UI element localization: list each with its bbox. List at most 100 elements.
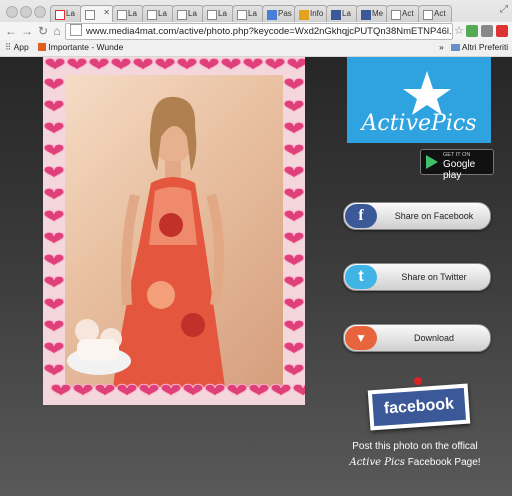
extension-icon[interactable] <box>466 25 478 37</box>
reload-icon[interactable]: ↻ <box>36 24 50 38</box>
cherub-figurine <box>67 319 131 375</box>
heart-shape <box>116 383 138 397</box>
heart-shape <box>43 165 65 179</box>
heart-shape <box>160 383 182 397</box>
close-tab-icon[interactable]: ✕ <box>103 8 110 17</box>
tab[interactable]: Act <box>418 5 452 23</box>
heart-shape <box>66 57 88 71</box>
heart-shape <box>182 383 204 397</box>
docs-icon <box>267 10 277 20</box>
page-icon <box>423 10 433 20</box>
bookmarks-bar: ⠿ App Importante - Wunde » Altri Preferi… <box>0 40 512 56</box>
close-window-button[interactable] <box>6 6 18 18</box>
heart-shape <box>264 57 286 71</box>
heart-shape <box>204 383 226 397</box>
heart-shape <box>43 209 65 223</box>
heart-shape <box>248 383 270 397</box>
promo-line-1: Post this photo on the offical <box>352 441 478 452</box>
page-icon <box>117 10 127 20</box>
heart-shape <box>283 341 305 355</box>
heart-shape <box>292 383 305 397</box>
google-play-badge[interactable]: GET IT ON Google play <box>420 149 494 181</box>
tab[interactable]: Act <box>386 5 420 23</box>
activepics-logo[interactable]: ActivePics <box>347 57 491 143</box>
tab[interactable]: La <box>50 5 82 23</box>
bookmarks-overflow[interactable]: » <box>439 42 444 52</box>
page-icon <box>391 10 401 20</box>
share-facebook-button[interactable]: f Share on Facebook <box>343 202 491 230</box>
other-bookmarks[interactable]: Altri Preferiti <box>451 42 508 52</box>
apps-bookmark[interactable]: ⠿ App <box>5 42 29 53</box>
tab[interactable]: Pas <box>262 5 296 23</box>
tab[interactable]: La <box>142 5 174 23</box>
apps-grid-icon: ⠿ <box>5 42 12 52</box>
heart-shape <box>154 57 176 71</box>
bookmark-star-icon[interactable]: ☆ <box>452 24 466 37</box>
tab[interactable]: La <box>232 5 264 23</box>
extension-icon[interactable] <box>496 25 508 37</box>
download-button[interactable]: ▼ Download <box>343 324 491 352</box>
forward-icon[interactable]: → <box>20 24 34 38</box>
heart-shape <box>283 319 305 333</box>
page-content: ActivePics GET IT ON Google play f Share… <box>0 57 512 496</box>
tab-active[interactable]: ✕ <box>80 5 114 23</box>
twitter-icon: t <box>345 265 377 289</box>
heart-shape <box>43 99 65 113</box>
back-icon[interactable]: ← <box>4 24 18 38</box>
tab[interactable]: Me <box>356 5 388 23</box>
info-icon <box>299 10 309 20</box>
promo-line-2: Active Pics Facebook Page! <box>349 457 481 468</box>
google-play-icon <box>426 155 438 169</box>
heart-shape <box>176 57 198 71</box>
heart-shape <box>110 57 132 71</box>
heart-shape <box>283 121 305 135</box>
bookmark-item[interactable]: Importante - Wunde <box>38 42 123 52</box>
heart-shape <box>43 253 65 267</box>
page-icon <box>237 10 247 20</box>
heart-shape <box>43 275 65 289</box>
facebook-page-promo: Post this photo on the offical Active Pi… <box>330 439 500 471</box>
gmail-icon <box>55 10 65 20</box>
heart-shape <box>283 253 305 267</box>
facebook-page-card[interactable]: facebook <box>367 383 471 431</box>
heart-shape <box>43 231 65 245</box>
heart-shape <box>220 57 242 71</box>
tab[interactable]: La <box>172 5 204 23</box>
page-icon <box>177 10 187 20</box>
minimize-window-button[interactable] <box>20 6 32 18</box>
share-twitter-button[interactable]: t Share on Twitter <box>343 263 491 291</box>
heart-shape <box>72 383 94 397</box>
heart-shape <box>270 383 292 397</box>
page-icon <box>207 10 217 20</box>
heart-shape <box>283 297 305 311</box>
heart-shape <box>43 187 65 201</box>
home-icon[interactable]: ⌂ <box>50 24 64 38</box>
heart-shape <box>43 77 65 91</box>
bookmark-favicon-icon <box>38 43 46 51</box>
tab[interactable]: La <box>202 5 234 23</box>
heart-shape <box>283 187 305 201</box>
heart-shape <box>283 143 305 157</box>
address-bar[interactable]: www.media4mat.com/active/photo.php?keyco… <box>65 23 453 40</box>
tab[interactable]: La <box>326 5 358 23</box>
heart-shape <box>283 363 305 377</box>
zoom-window-button[interactable] <box>34 6 46 18</box>
heart-shape <box>94 383 116 397</box>
heart-shape <box>286 57 305 71</box>
tab[interactable]: Info <box>294 5 328 23</box>
facebook-icon <box>361 10 371 20</box>
toolbar: ← → ↻ ⌂ www.media4mat.com/active/photo.p… <box>0 22 512 40</box>
heart-shape <box>88 57 110 71</box>
heart-shape <box>226 383 248 397</box>
extension-icon[interactable] <box>481 25 493 37</box>
heart-shape <box>198 57 220 71</box>
facebook-logo-text: facebook <box>371 387 467 427</box>
heart-shape <box>283 165 305 179</box>
heart-shape <box>283 275 305 289</box>
download-arrow-icon: ▼ <box>345 326 377 350</box>
fullscreen-icon[interactable]: ⤢ <box>500 4 508 15</box>
pushpin-icon <box>414 377 422 385</box>
tab-bar: La ✕ La La La La La Pas Info La Me Act A… <box>0 0 512 23</box>
tab[interactable]: La <box>112 5 144 23</box>
folder-icon <box>451 44 460 51</box>
